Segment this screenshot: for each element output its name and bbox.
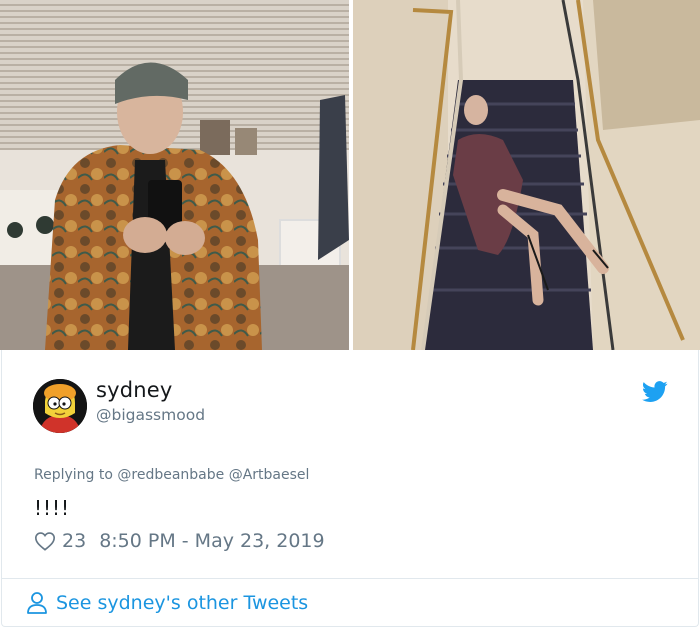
avatar[interactable] xyxy=(33,379,87,433)
media-photo-left[interactable] xyxy=(0,0,349,350)
replying-to-line: Replying to @redbeanbabe @Artbaesel xyxy=(34,467,309,483)
twitter-bird-icon[interactable] xyxy=(642,380,668,404)
user-handle[interactable]: @bigassmood xyxy=(96,406,205,424)
tweet-media xyxy=(0,0,700,350)
like-count[interactable]: 23 xyxy=(62,530,86,552)
reply-mention-link[interactable]: @Artbaesel xyxy=(229,467,310,483)
staircase-image xyxy=(353,0,700,350)
person-icon xyxy=(27,592,47,614)
heart-icon[interactable] xyxy=(34,530,56,552)
tweet-timestamp[interactable]: 8:50 PM - May 23, 2019 xyxy=(99,530,324,552)
see-other-tweets-label: See sydney's other Tweets xyxy=(56,592,309,614)
display-name[interactable]: sydney xyxy=(96,378,173,402)
replying-prefix: Replying to xyxy=(34,467,113,483)
avatar-cartoon-icon xyxy=(33,379,87,433)
tweet-meta: 23 8:50 PM - May 23, 2019 xyxy=(34,528,325,554)
tweet-text: !!!! xyxy=(34,496,71,520)
tweet-card: sydney @bigassmood Replying to @redbeanb… xyxy=(1,350,699,627)
mirror-selfie-image xyxy=(0,0,349,350)
divider xyxy=(2,578,698,579)
see-other-tweets-link[interactable]: See sydney's other Tweets xyxy=(26,590,308,616)
reply-mention-link[interactable]: @redbeanbabe xyxy=(117,467,224,483)
media-photo-right[interactable] xyxy=(353,0,700,350)
